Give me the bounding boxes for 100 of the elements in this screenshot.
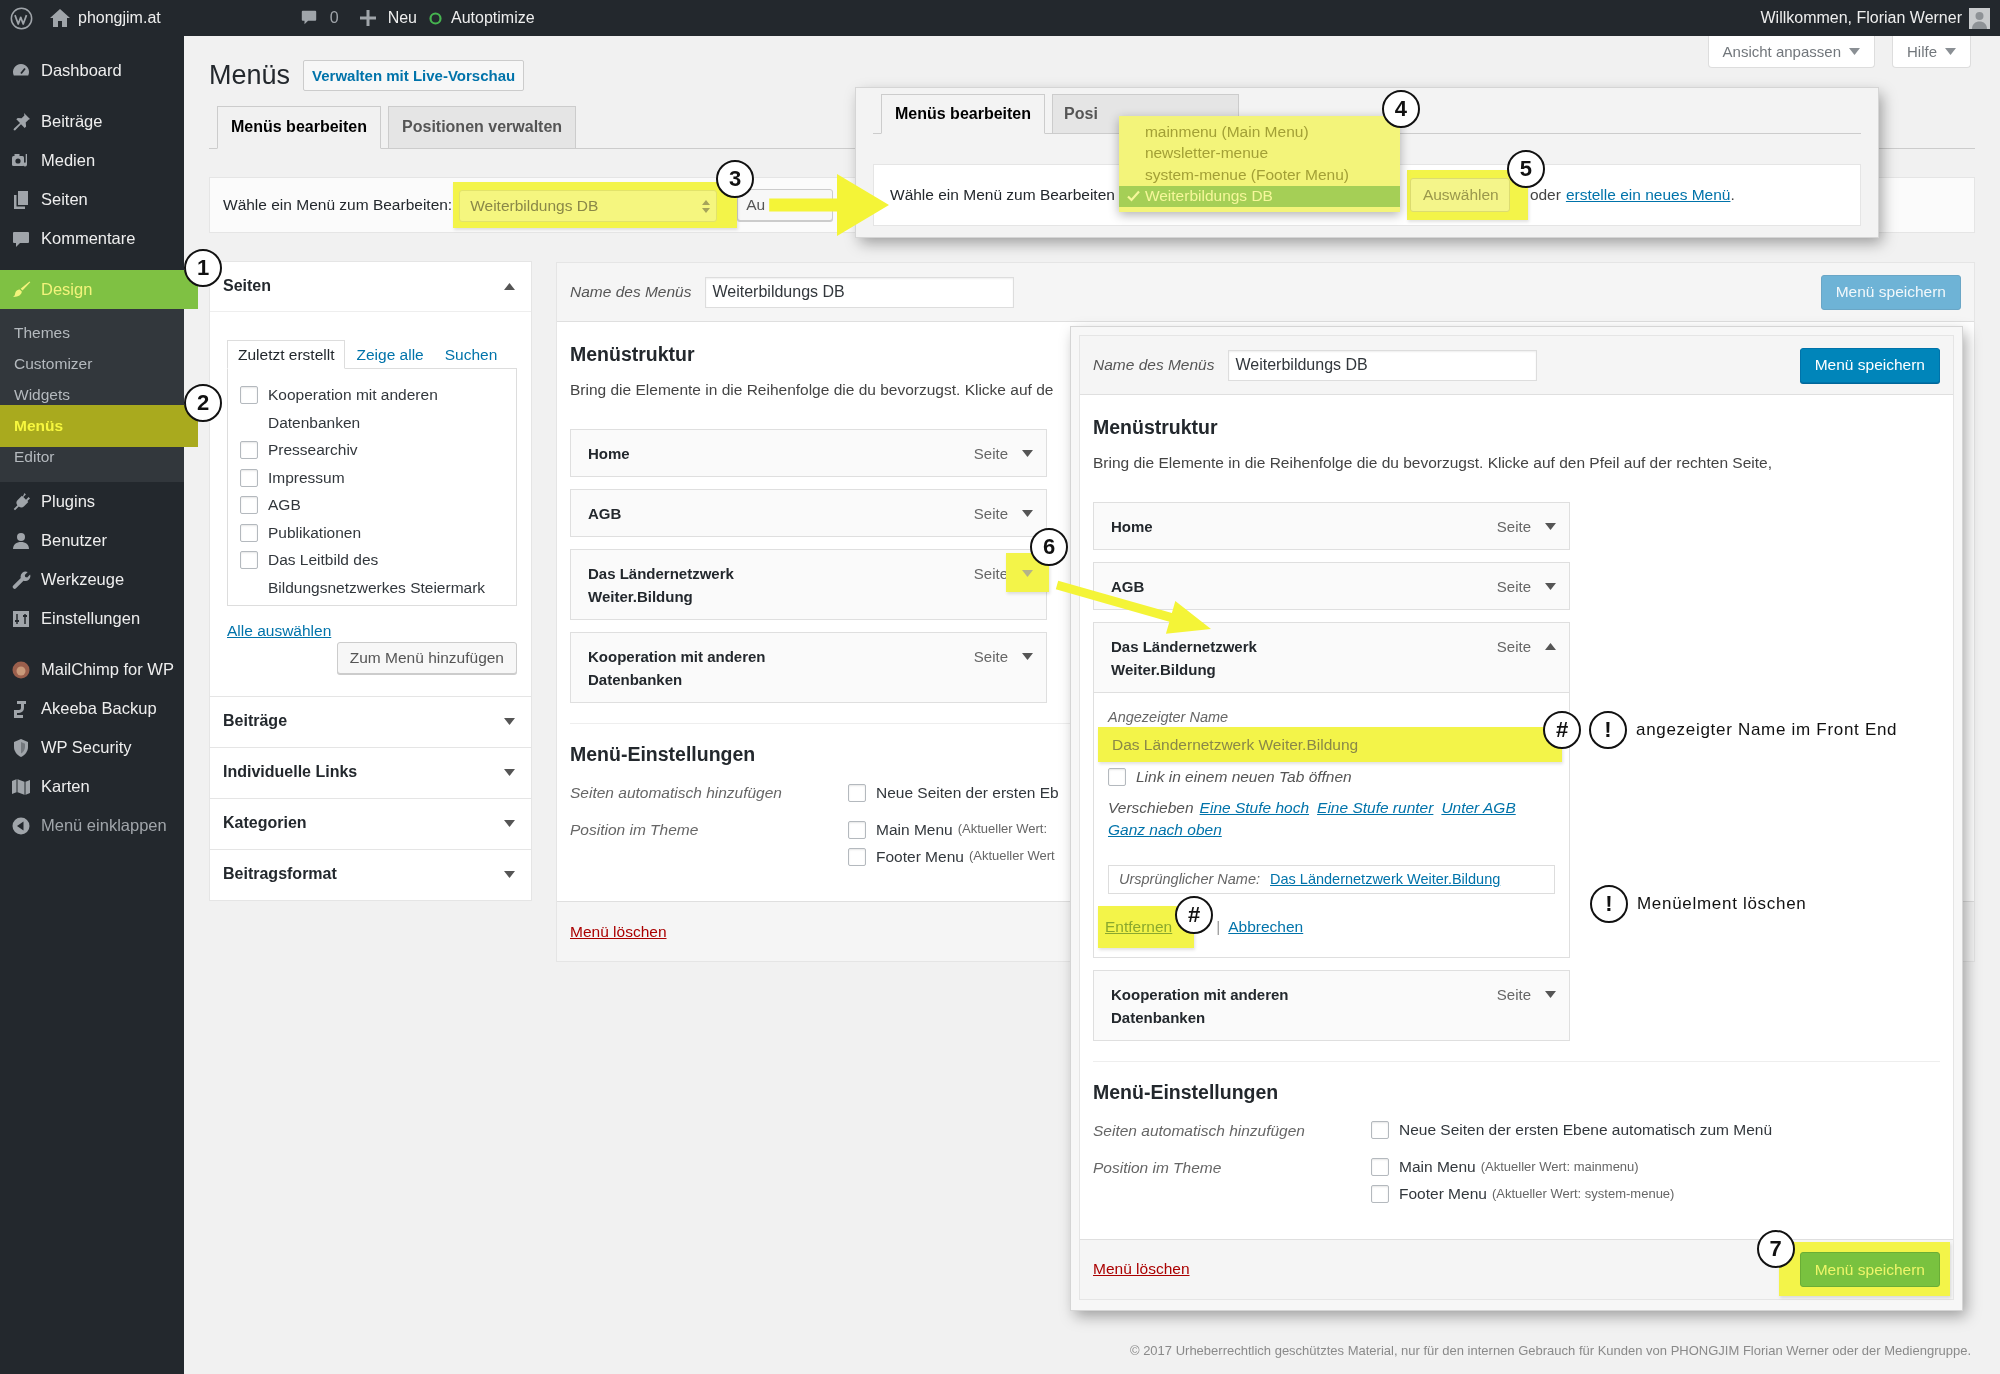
caret-up-icon[interactable]: [1544, 643, 1556, 650]
current-value-note: (Aktueller Wert: mainmenu): [1480, 1158, 1639, 1177]
new-content-link[interactable]: Neu: [359, 0, 417, 36]
home-icon: [50, 9, 70, 27]
sidebar-item[interactable]: Karten: [0, 767, 184, 806]
checkbox[interactable]: [240, 441, 258, 459]
accordion-title[interactable]: Kategorien: [223, 812, 307, 835]
screen-options-tab[interactable]: Hilfe: [1892, 36, 1971, 68]
accordion-title[interactable]: Individuelle Links: [223, 761, 358, 784]
submenu-item[interactable]: Customizer: [0, 354, 99, 373]
move-link[interactable]: Unter AGB: [1441, 797, 1516, 819]
tab[interactable]: Zeige alle: [346, 341, 434, 368]
menu-item-bar[interactable]: AGB Seite: [570, 489, 1047, 537]
submenu-item[interactable]: Themes: [0, 323, 76, 342]
checkbox[interactable]: [240, 523, 258, 542]
sidebar-item[interactable]: Einstellungen: [0, 599, 184, 638]
sidebar-item[interactable]: WP Security: [0, 728, 184, 767]
setting-label: Position im Theme: [1093, 1157, 1223, 1178]
accordion-title[interactable]: Seiten: [223, 275, 271, 298]
checkbox[interactable]: [240, 386, 258, 404]
menu-item-bar[interactable]: Home Seite: [1093, 502, 1570, 550]
plugin-link[interactable]: Autoptimize: [429, 0, 535, 36]
tab[interactable]: Menüs bearbeiten: [881, 94, 1046, 134]
save-menu-button[interactable]: Menü speichern: [1799, 347, 1940, 383]
move-link[interactable]: Eine Stufe hoch: [1199, 797, 1310, 819]
menu-item-bar[interactable]: AGB Seite: [1093, 562, 1570, 610]
sidebar-item[interactable]: Werkzeuge: [0, 560, 184, 599]
original-page-link[interactable]: Das Ländernetzwerk Weiter.Bildung: [1270, 869, 1501, 890]
site-link[interactable]: phongjim.at: [50, 0, 161, 36]
checkbox[interactable]: [1371, 1185, 1389, 1204]
sidebar-item[interactable]: Beiträge: [0, 102, 184, 141]
add-to-menu-button[interactable]: Zum Menü hinzufügen: [336, 641, 517, 674]
caret-down-icon[interactable]: [1544, 583, 1556, 590]
collapse-menu-link[interactable]: Menü einklappen: [0, 806, 184, 845]
menu-name-field[interactable]: Weiterbildungs DB: [705, 276, 1015, 308]
caret-down-icon[interactable]: [504, 871, 515, 879]
checkbox[interactable]: [1371, 1158, 1389, 1177]
tab[interactable]: Menüs bearbeiten: [217, 106, 382, 149]
checkbox-label: Impressum: [268, 467, 345, 488]
sidebar-item[interactable]: Benutzer: [0, 521, 184, 560]
menu-item-bar[interactable]: Kooperation mit anderen Datenbanken Seite: [570, 632, 1047, 703]
menu-item-title: Das Ländernetzwerk Weiter.Bildung: [588, 564, 735, 607]
sidebar-item[interactable]: Dashboard: [0, 51, 184, 90]
menu-item-title: AGB: [1111, 577, 1145, 597]
option-label: Footer Menu: [876, 846, 964, 867]
wrench-icon: [11, 569, 31, 590]
setting-label: Seiten automatisch hinzufügen: [570, 783, 783, 803]
tab[interactable]: Zuletzt erstellt: [227, 340, 346, 369]
checkbox[interactable]: [848, 847, 866, 866]
sidebar-item[interactable]: MailChimp for WP: [0, 650, 184, 689]
live-preview-button[interactable]: Verwalten mit Live-Vorschau: [303, 60, 525, 91]
caret-down-icon[interactable]: [1544, 523, 1556, 530]
delete-menu-link[interactable]: Menü löschen: [1093, 1258, 1190, 1281]
select-label: Wähle ein Menü zum Bearbeiten:: [223, 195, 453, 216]
sidebar-item[interactable]: Seiten: [0, 180, 184, 219]
sidebar-item[interactable]: Plugins: [0, 482, 184, 521]
item-type-label: Seite: [973, 504, 1008, 524]
caret-down-icon[interactable]: [504, 769, 515, 777]
menu-item-bar[interactable]: Home Seite: [570, 429, 1047, 477]
caret-down-icon[interactable]: [1544, 990, 1556, 998]
caret-up-icon[interactable]: [504, 283, 515, 290]
menu-item-bar[interactable]: Kooperation mit anderen Datenbanken Seite: [1093, 969, 1570, 1041]
comments-link[interactable]: 0: [299, 0, 339, 36]
checkbox-label: Pressearchiv: [268, 440, 358, 460]
menu-item-title: Kooperation mit anderen Datenbanken: [588, 647, 767, 690]
checkbox[interactable]: [240, 496, 258, 514]
checkbox[interactable]: [240, 468, 258, 487]
submenu-item[interactable]: Widgets: [0, 385, 76, 404]
move-link[interactable]: Ganz nach oben: [1108, 819, 1222, 841]
sliders-icon: [11, 608, 31, 629]
tab[interactable]: Suchen: [434, 341, 508, 368]
cancel-link[interactable]: Abbrechen: [1228, 916, 1304, 938]
logo-icon[interactable]: [10, 6, 33, 30]
section-heading: Menü-Einstellungen: [1093, 1079, 1279, 1104]
sidebar-item[interactable]: Medien: [0, 141, 184, 180]
move-link[interactable]: Eine Stufe runter: [1317, 797, 1434, 819]
checkbox[interactable]: [1108, 768, 1126, 786]
callout-marker: 3: [716, 160, 755, 198]
delete-menu-link[interactable]: Menü löschen: [570, 920, 667, 943]
accordion-title[interactable]: Beitragsformat: [223, 863, 337, 886]
menu-name-field[interactable]: Weiterbildungs DB: [1228, 349, 1538, 381]
sidebar-item[interactable]: Kommentare: [0, 219, 184, 258]
tab[interactable]: Positionen verwalten: [388, 106, 577, 149]
checkbox[interactable]: [848, 783, 866, 802]
caret-down-icon[interactable]: [504, 718, 515, 726]
checkbox[interactable]: [240, 551, 258, 569]
submenu-item[interactable]: Editor: [0, 447, 61, 466]
checkbox[interactable]: [1371, 1121, 1389, 1140]
sidebar-item[interactable]: Akeeba Backup: [0, 689, 184, 728]
create-menu-link[interactable]: erstelle ein neues Menü: [1565, 186, 1731, 204]
accordion-title[interactable]: Beiträge: [223, 710, 288, 733]
caret-down-icon[interactable]: [1021, 653, 1033, 660]
menu-item-bar[interactable]: Das Ländernetzwerk Weiter.Bildung Seite: [1093, 622, 1570, 693]
account-link[interactable]: Willkommen, Florian Werner: [1760, 0, 1990, 36]
caret-down-icon[interactable]: [1021, 450, 1033, 457]
checkbox[interactable]: [848, 820, 866, 839]
select-all-link[interactable]: Alle auswählen: [227, 620, 332, 642]
caret-down-icon[interactable]: [1021, 510, 1033, 517]
caret-down-icon[interactable]: [504, 820, 515, 828]
screen-options-tab[interactable]: Ansicht anpassen: [1707, 36, 1875, 68]
